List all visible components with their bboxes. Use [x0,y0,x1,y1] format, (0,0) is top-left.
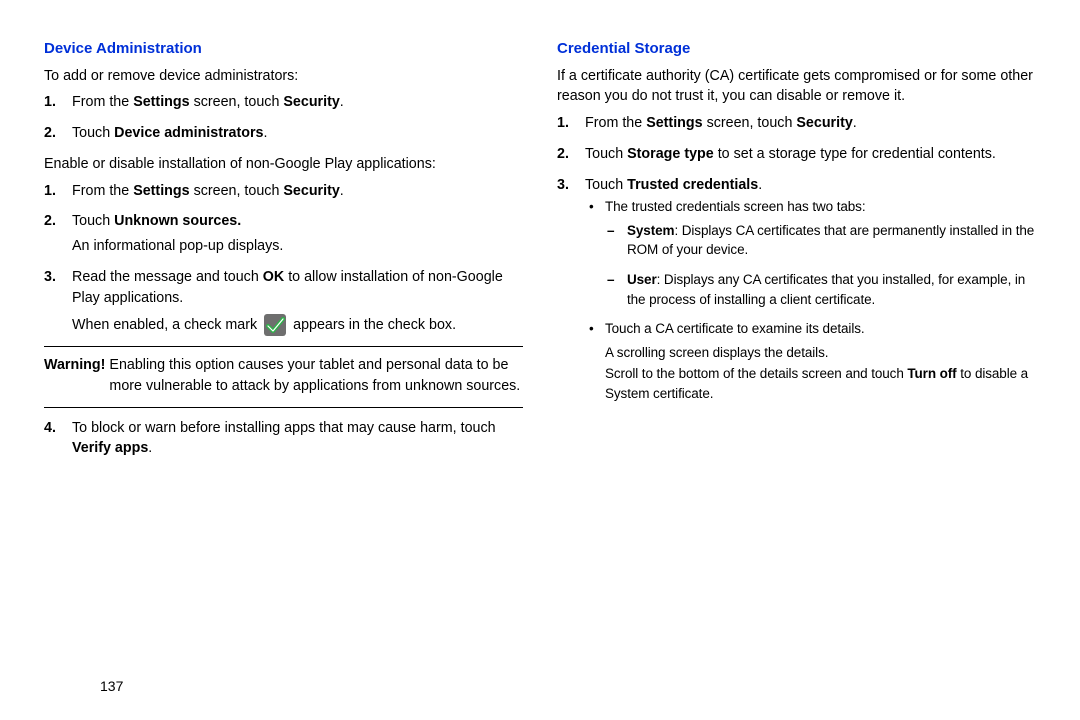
step: 3. Touch Trusted credentials. The truste… [579,175,1036,404]
step-number: 2. [557,144,569,165]
step-number: 2. [44,211,56,232]
step-number: 1. [44,92,56,113]
step-text: From the Settings screen, touch Security… [585,115,857,131]
tab-list: System: Displays CA certificates that ar… [605,221,1036,309]
step: 3. Read the message and touch OK to allo… [66,267,523,336]
warning-text: Enabling this option causes your tablet … [109,355,523,396]
bullet-subtext: A scrolling screen displays the details. [605,343,1036,363]
bullet: Touch a CA certificate to examine its de… [599,319,1036,403]
section-title-device-admin: Device Administration [44,38,523,60]
steps-unknown-sources: 1. From the Settings screen, touch Secur… [44,181,523,337]
intro-unknown-sources: Enable or disable installation of non-Go… [44,154,523,175]
left-column: Device Administration To add or remove d… [44,38,523,469]
sub-bullets: The trusted credentials screen has two t… [585,197,1036,403]
step: 4. To block or warn before installing ap… [66,418,523,459]
right-column: Credential Storage If a certificate auth… [557,38,1036,469]
step-text: Read the message and touch OK to allow i… [72,269,503,306]
divider [44,346,523,347]
step-text: To block or warn before installing apps … [72,420,496,457]
checkmark-icon [264,314,286,336]
step-text: Touch Unknown sources. [72,213,241,229]
step-number: 4. [44,418,56,439]
step-text: From the Settings screen, touch Security… [72,94,344,110]
step-subtext: When enabled, a check mark appears in th… [72,314,523,336]
bullet-subtext: Scroll to the bottom of the details scre… [605,364,1036,403]
step: 2. Touch Storage type to set a storage t… [579,144,1036,165]
warning-label: Warning! [44,355,105,396]
intro-add-remove-admins: To add or remove device administrators: [44,66,523,87]
steps-device-admins: 1. From the Settings screen, touch Secur… [44,92,523,143]
steps-verify-apps: 4. To block or warn before installing ap… [44,418,523,459]
step-number: 1. [44,181,56,202]
warning-block: Warning! Enabling this option causes you… [44,355,523,396]
step: 2. Touch Device administrators. [66,123,523,144]
bullet: The trusted credentials screen has two t… [599,197,1036,309]
two-column-layout: Device Administration To add or remove d… [44,38,1036,469]
step-number: 3. [44,267,56,288]
step-text: Touch Storage type to set a storage type… [585,146,996,162]
step: 2. Touch Unknown sources. An information… [66,211,523,256]
dash-item: System: Displays CA certificates that ar… [621,221,1036,260]
divider [44,407,523,408]
step-text: From the Settings screen, touch Security… [72,183,344,199]
step-number: 1. [557,113,569,134]
step: 1. From the Settings screen, touch Secur… [66,181,523,202]
dash-item: User: Displays any CA certificates that … [621,270,1036,309]
steps-credential-storage: 1. From the Settings screen, touch Secur… [557,113,1036,403]
step: 1. From the Settings screen, touch Secur… [579,113,1036,134]
step-number: 2. [44,123,56,144]
page-number: 137 [100,678,123,694]
step-subtext: An informational pop-up displays. [72,236,523,257]
step: 1. From the Settings screen, touch Secur… [66,92,523,113]
step-number: 3. [557,175,569,196]
manual-page: Device Administration To add or remove d… [0,0,1080,720]
intro-credential-storage: If a certificate authority (CA) certific… [557,66,1036,107]
step-text: Touch Device administrators. [72,125,268,141]
step-text: Touch Trusted credentials. [585,177,762,193]
section-title-credential-storage: Credential Storage [557,38,1036,60]
